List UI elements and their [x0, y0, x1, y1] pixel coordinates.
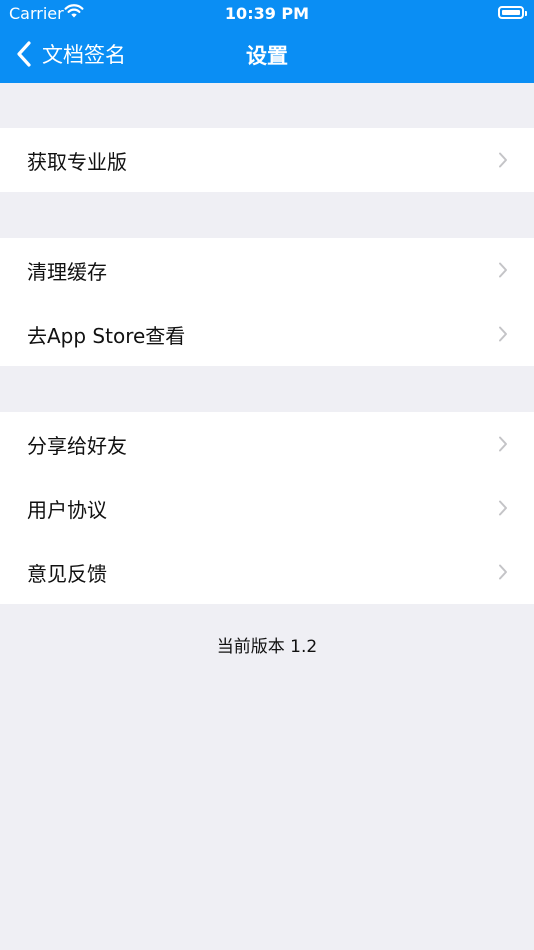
row-label: 获取专业版	[27, 149, 127, 174]
page-title: 设置	[246, 44, 288, 68]
chevron-right-icon	[499, 564, 507, 580]
row-label: 去App Store查看	[27, 323, 186, 348]
chevron-right-icon	[499, 436, 507, 452]
feedback-row[interactable]: 意见反馈	[0, 540, 534, 604]
clock: 10:39 PM	[224, 4, 310, 23]
row-label: 分享给好友	[27, 433, 127, 458]
user-agreement-row[interactable]: 用户协议	[0, 476, 534, 540]
battery-icon	[498, 6, 527, 19]
settings-group-pro: 获取专业版	[0, 128, 534, 192]
chevron-right-icon	[499, 152, 507, 168]
version-label: 当前版本 1.2	[216, 637, 318, 657]
status-bar: Carrier 10:39 PM	[0, 0, 534, 28]
row-label: 清理缓存	[27, 259, 107, 284]
share-row[interactable]: 分享给好友	[0, 412, 534, 476]
row-label: 意见反馈	[27, 561, 107, 586]
get-pro-row[interactable]: 获取专业版	[0, 128, 534, 192]
chevron-right-icon	[499, 500, 507, 516]
chevron-right-icon	[499, 262, 507, 278]
settings-group-app: 清理缓存 去App Store查看	[0, 238, 534, 366]
app-store-row[interactable]: 去App Store查看	[0, 302, 534, 366]
navigation-bar: Carrier 10:39 PM 文档签名 设置	[0, 0, 534, 83]
clear-cache-row[interactable]: 清理缓存	[0, 238, 534, 302]
chevron-right-icon	[499, 326, 507, 342]
settings-group-info: 分享给好友 用户协议 意见反馈	[0, 412, 534, 604]
row-label: 用户协议	[27, 497, 107, 522]
